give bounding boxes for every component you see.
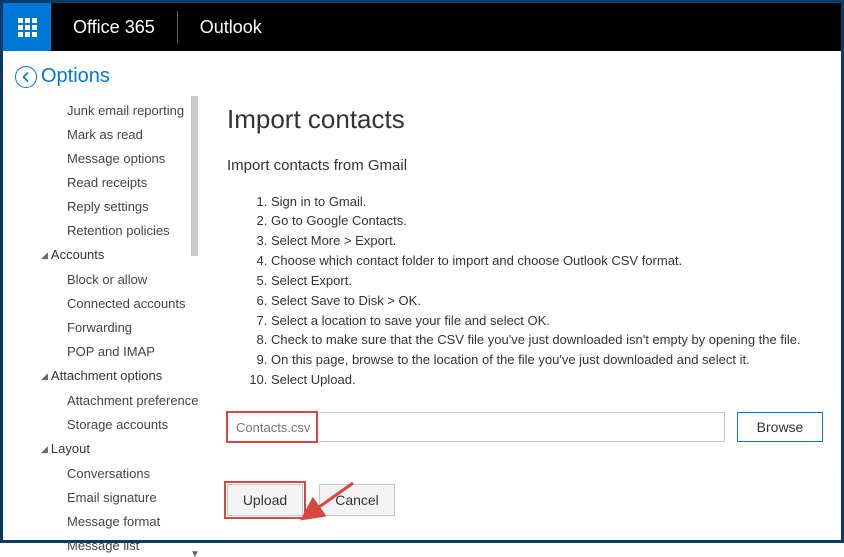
file-path-input[interactable] bbox=[227, 412, 725, 442]
sidebar-item-forwarding[interactable]: Forwarding bbox=[27, 315, 203, 339]
step-item: Choose which contact folder to import an… bbox=[271, 252, 823, 272]
app-launcher-button[interactable] bbox=[3, 3, 51, 51]
page-title: Import contacts bbox=[227, 104, 823, 135]
caret-icon bbox=[41, 250, 48, 261]
sidebar-group-accounts[interactable]: Accounts bbox=[27, 242, 203, 267]
sidebar-item-reply-settings[interactable]: Reply settings bbox=[27, 194, 203, 218]
sidebar-scrollbar[interactable]: ▲ ▼ bbox=[191, 96, 199, 557]
step-item: Sign in to Gmail. bbox=[271, 192, 823, 212]
sidebar-group-label: Accounts bbox=[51, 247, 104, 262]
step-item: Select Upload. bbox=[271, 371, 823, 391]
sidebar-item-attachment-preference[interactable]: Attachment preference bbox=[27, 388, 203, 412]
sidebar-item-message-options[interactable]: Message options bbox=[27, 146, 203, 170]
options-back-bar: Options bbox=[3, 51, 841, 96]
options-title[interactable]: Options bbox=[41, 65, 110, 88]
sidebar-group-attachment-options[interactable]: Attachment options bbox=[27, 363, 203, 388]
sidebar-item-junk-email-reporting[interactable]: Junk email reporting bbox=[27, 98, 203, 122]
step-item: Select More > Export. bbox=[271, 232, 823, 252]
sidebar-item-read-receipts[interactable]: Read receipts bbox=[27, 170, 203, 194]
upload-button[interactable]: Upload bbox=[227, 484, 303, 516]
sidebar-item-message-format[interactable]: Message format bbox=[27, 509, 203, 533]
step-item: Select Export. bbox=[271, 271, 823, 291]
sidebar-item-storage-accounts[interactable]: Storage accounts bbox=[27, 412, 203, 436]
step-item: On this page, browse to the location of … bbox=[271, 351, 823, 371]
back-icon[interactable] bbox=[15, 66, 37, 88]
sidebar-item-mark-as-read[interactable]: Mark as read bbox=[27, 122, 203, 146]
sidebar-item-block-or-allow[interactable]: Block or allow bbox=[27, 267, 203, 291]
scroll-down-icon[interactable]: ▼ bbox=[190, 549, 200, 557]
browse-button[interactable]: Browse bbox=[737, 412, 823, 442]
file-picker-row: Browse bbox=[227, 412, 823, 442]
scrollbar-thumb[interactable] bbox=[191, 96, 198, 256]
sidebar-group-label: Attachment options bbox=[51, 368, 162, 383]
cancel-button[interactable]: Cancel bbox=[319, 484, 395, 516]
top-bar: Office 365 Outlook bbox=[3, 3, 841, 51]
sidebar-item-pop-and-imap[interactable]: POP and IMAP bbox=[27, 339, 203, 363]
settings-sidebar: Junk email reporting Mark as read Messag… bbox=[3, 96, 203, 557]
step-item: Select a location to save your file and … bbox=[271, 311, 823, 331]
action-row: Upload Cancel bbox=[227, 484, 823, 516]
step-item: Go to Google Contacts. bbox=[271, 212, 823, 232]
sidebar-group-label: Layout bbox=[51, 441, 90, 456]
step-item: Select Save to Disk > OK. bbox=[271, 291, 823, 311]
main-panel: Import contacts Import contacts from Gma… bbox=[203, 96, 841, 557]
instruction-steps: Sign in to Gmail. Go to Google Contacts.… bbox=[271, 192, 823, 390]
step-item: Check to make sure that the CSV file you… bbox=[271, 331, 823, 351]
sidebar-item-conversations[interactable]: Conversations bbox=[27, 461, 203, 485]
sidebar-item-message-list[interactable]: Message list bbox=[27, 533, 203, 557]
caret-icon bbox=[41, 371, 48, 382]
sidebar-item-email-signature[interactable]: Email signature bbox=[27, 485, 203, 509]
waffle-icon bbox=[18, 18, 37, 37]
page-subtitle: Import contacts from Gmail bbox=[227, 157, 823, 174]
app-name[interactable]: Outlook bbox=[178, 3, 284, 51]
suite-brand[interactable]: Office 365 bbox=[51, 3, 177, 51]
sidebar-item-connected-accounts[interactable]: Connected accounts bbox=[27, 291, 203, 315]
sidebar-item-retention-policies[interactable]: Retention policies bbox=[27, 218, 203, 242]
caret-icon bbox=[41, 444, 48, 455]
sidebar-group-layout[interactable]: Layout bbox=[27, 436, 203, 461]
